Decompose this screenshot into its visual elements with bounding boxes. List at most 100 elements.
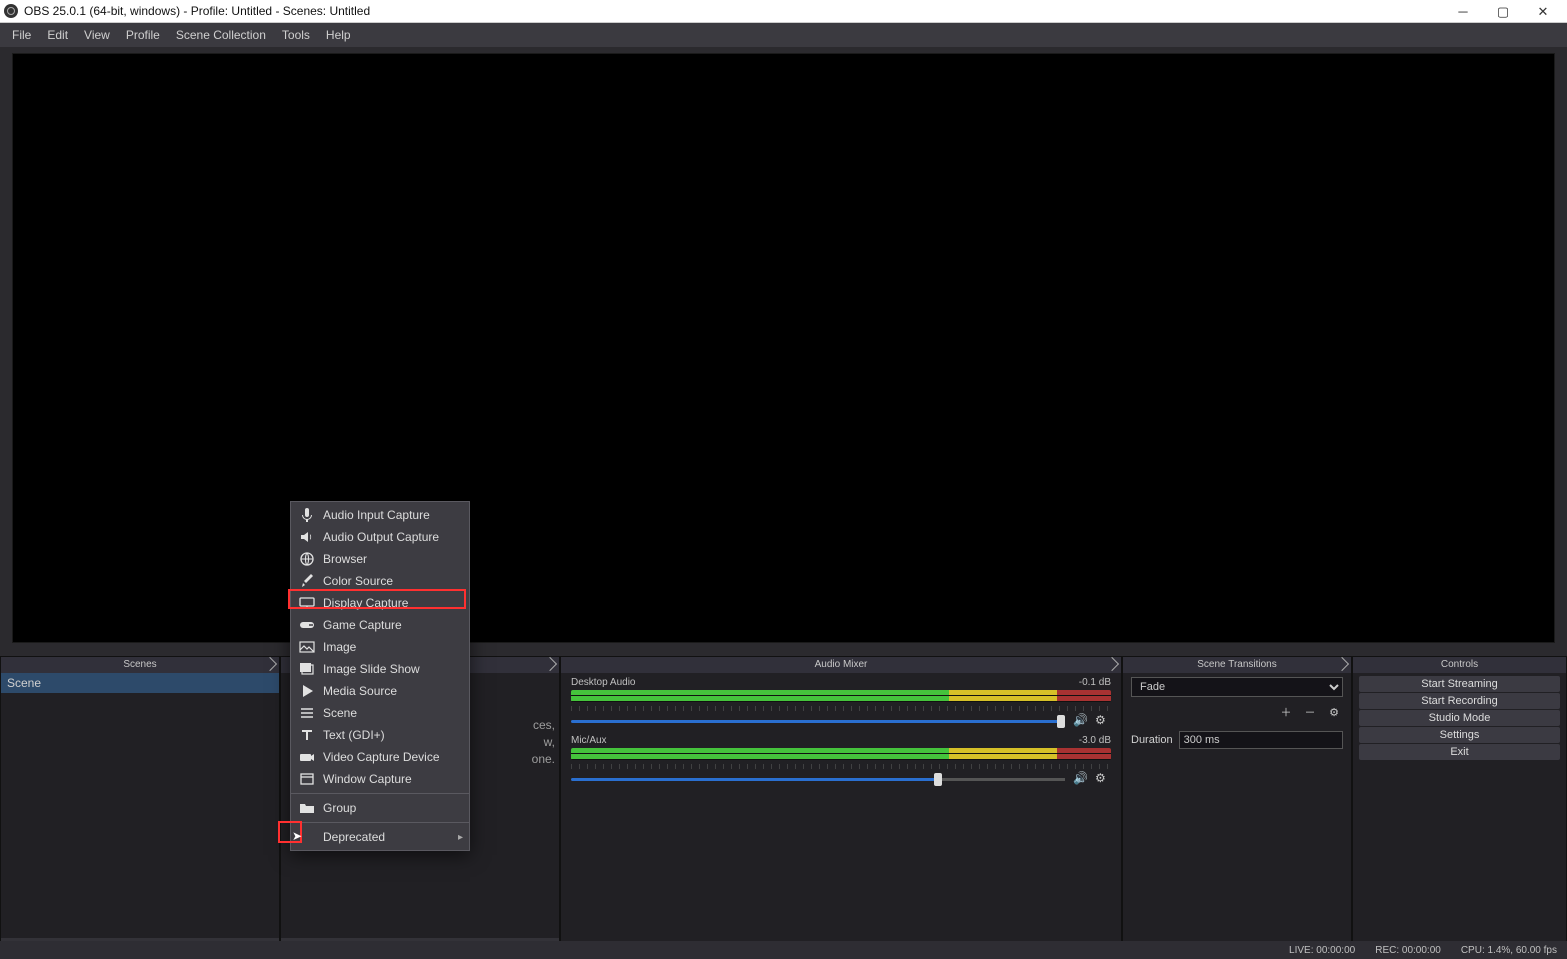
dock-controls: Controls Start Streaming Start Recording… [1352,656,1567,959]
preview-container [0,47,1567,643]
mixer-track-name: Mic/Aux [571,735,607,746]
mixer-track-name: Desktop Audio [571,677,636,688]
undock-icon[interactable] [263,657,277,671]
mixer-ticks [571,764,1111,769]
settings-button[interactable]: Settings [1359,727,1560,743]
transition-duration-input[interactable] [1179,731,1343,749]
list-icon [299,705,315,721]
mixer-track-db: -3.0 dB [1079,735,1111,746]
dock-transitions-title[interactable]: Scene Transitions [1123,657,1351,673]
add-source-menu[interactable]: Audio Input Capture Audio Output Capture… [290,501,470,851]
menu-audio-input-capture[interactable]: Audio Input Capture [291,504,469,526]
picture-icon [299,639,315,655]
maximize-button[interactable]: ▢ [1483,0,1523,23]
undock-icon[interactable] [1335,657,1349,671]
studio-mode-button[interactable]: Studio Mode [1359,710,1560,726]
scene-item[interactable]: Scene [1,673,279,693]
dock-mixer-title-label: Audio Mixer [815,659,868,670]
menu-edit[interactable]: Edit [39,23,76,47]
dock-row: Scenes Scene ＋ － ∧ ∨ Sources ces, w, one… [0,656,1567,959]
mixer-track-desktop: Desktop Audio -0.1 dB 🔊 ⚙ [561,673,1121,731]
menu-help[interactable]: Help [318,23,359,47]
windows-titlebar: OBS 25.0.1 (64-bit, windows) - Profile: … [0,0,1567,23]
menu-audio-output-capture[interactable]: Audio Output Capture [291,526,469,548]
menu-browser[interactable]: Browser [291,548,469,570]
transition-select[interactable]: Fade [1131,677,1343,697]
app-menubar: File Edit View Profile Scene Collection … [0,23,1567,47]
status-live: LIVE: 00:00:00 [1289,945,1355,956]
mixer-meter [571,748,1111,760]
dock-scenes-title-label: Scenes [123,659,156,670]
controls-body: Start Streaming Start Recording Studio M… [1353,673,1566,958]
menu-view[interactable]: View [76,23,118,47]
play-icon [299,683,315,699]
camera-icon [299,749,315,765]
transition-settings-button[interactable]: ⚙ [1325,705,1343,723]
menu-game-capture[interactable]: Game Capture [291,614,469,636]
dock-scenes-title[interactable]: Scenes [1,657,279,673]
mute-icon[interactable]: 🔊 [1073,713,1089,729]
menu-scene[interactable]: Scene [291,702,469,724]
menu-deprecated[interactable]: Deprecated [291,826,469,848]
menu-separator [291,793,469,794]
dock-controls-title-label: Controls [1441,659,1478,670]
gear-icon[interactable]: ⚙ [1095,771,1111,787]
menu-separator [291,822,469,823]
app-icon [4,4,18,18]
window-icon [299,771,315,787]
transitions-body: Fade ＋ － ⚙ Duration [1123,673,1351,958]
transition-remove-button[interactable]: － [1301,705,1319,723]
dock-controls-title[interactable]: Controls [1353,657,1566,673]
mixer-volume-slider[interactable] [571,778,1065,781]
menu-image[interactable]: Image [291,636,469,658]
status-bar: LIVE: 00:00:00 REC: 00:00:00 CPU: 1.4%, … [0,941,1567,959]
status-cpu: CPU: 1.4%, 60.00 fps [1461,945,1557,956]
mixer-volume-slider[interactable] [571,720,1065,723]
mixer-meter [571,690,1111,702]
slides-icon [299,661,315,677]
display-icon [299,595,315,611]
menu-media-source[interactable]: Media Source [291,680,469,702]
exit-button[interactable]: Exit [1359,744,1560,760]
gamepad-icon [299,617,315,633]
start-recording-button[interactable]: Start Recording [1359,693,1560,709]
globe-icon [299,551,315,567]
menu-tools[interactable]: Tools [274,23,318,47]
mixer-track-db: -0.1 dB [1079,677,1111,688]
mic-icon [299,507,315,523]
start-streaming-button[interactable]: Start Streaming [1359,676,1560,692]
close-button[interactable]: ✕ [1523,0,1563,23]
menu-profile[interactable]: Profile [118,23,168,47]
dock-scenes: Scenes Scene ＋ － ∧ ∨ [0,656,280,959]
status-rec: REC: 00:00:00 [1375,945,1441,956]
minimize-button[interactable]: ─ [1443,0,1483,23]
mixer-ticks [571,706,1111,711]
mute-icon[interactable]: 🔊 [1073,771,1089,787]
mixer-body: Desktop Audio -0.1 dB 🔊 ⚙ Mic/Aux [561,673,1121,958]
transition-add-button[interactable]: ＋ [1277,705,1295,723]
menu-video-capture-device[interactable]: Video Capture Device [291,746,469,768]
preview-canvas[interactable] [12,53,1555,643]
dock-scene-transitions: Scene Transitions Fade ＋ － ⚙ Duration [1122,656,1352,959]
brush-icon [299,573,315,589]
dock-audio-mixer: Audio Mixer Desktop Audio -0.1 dB 🔊 ⚙ [560,656,1122,959]
speaker-icon [299,529,315,545]
gear-icon[interactable]: ⚙ [1095,713,1111,729]
undock-icon[interactable] [543,657,557,671]
mixer-track-mic: Mic/Aux -3.0 dB 🔊 ⚙ [561,731,1121,789]
menu-image-slideshow[interactable]: Image Slide Show [291,658,469,680]
transition-duration-label: Duration [1131,734,1173,746]
menu-scenecollection[interactable]: Scene Collection [168,23,274,47]
menu-color-source[interactable]: Color Source [291,570,469,592]
menu-window-capture[interactable]: Window Capture [291,768,469,790]
menu-text-gdi[interactable]: Text (GDI+) [291,724,469,746]
undock-icon[interactable] [1105,657,1119,671]
text-icon [299,727,315,743]
menu-display-capture[interactable]: Display Capture [291,592,469,614]
window-title: OBS 25.0.1 (64-bit, windows) - Profile: … [24,4,1443,18]
folder-icon [299,800,315,816]
scene-list[interactable]: Scene [1,673,279,938]
menu-group[interactable]: Group [291,797,469,819]
dock-mixer-title[interactable]: Audio Mixer [561,657,1121,673]
menu-file[interactable]: File [4,23,39,47]
